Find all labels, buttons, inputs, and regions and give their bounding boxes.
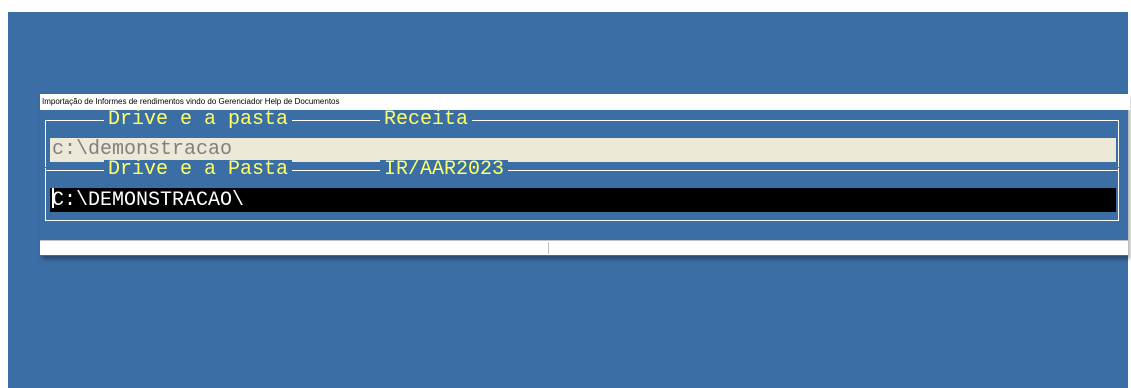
ir-path-input[interactable]: C:\DEMONSTRACAO\ bbox=[50, 188, 1116, 212]
ir-path-value: C:\DEMONSTRACAO\ bbox=[52, 189, 245, 212]
status-pane-right bbox=[550, 242, 1128, 254]
import-window: Importação de Informes de rendimentos vi… bbox=[40, 94, 1130, 256]
status-bar bbox=[40, 240, 1128, 255]
status-pane-left bbox=[40, 242, 549, 254]
receita-legend-title: Receita bbox=[380, 110, 473, 130]
receita-legend-label: Drive e a pasta bbox=[104, 110, 293, 130]
window-client-area: Drive e a pasta Receita c:\demonstracao … bbox=[40, 110, 1128, 240]
